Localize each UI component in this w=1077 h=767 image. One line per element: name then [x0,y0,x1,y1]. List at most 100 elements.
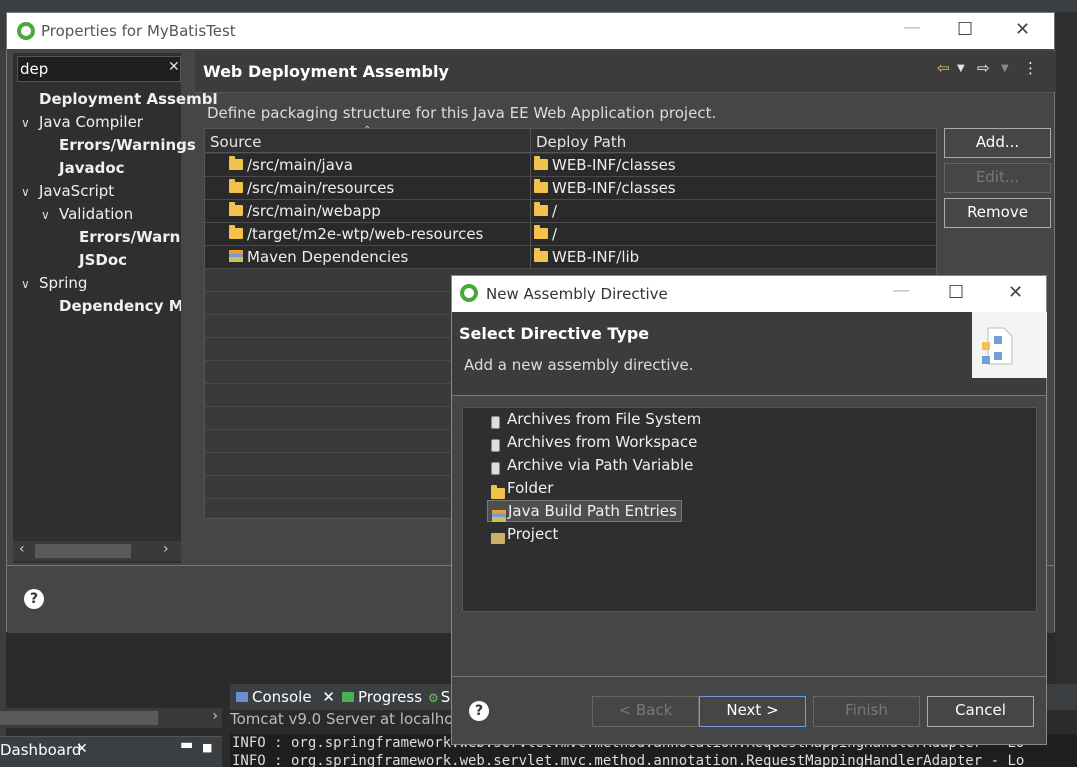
scrollbar-thumb[interactable] [0,711,158,725]
list-item[interactable]: Archives from File System [487,408,705,430]
tree-item-errors-warnings[interactable]: Errors/Warnings [59,136,196,154]
tree-item-js-errors-warnings[interactable]: Errors/Warnin [79,228,181,246]
progress-icon [342,692,354,702]
scroll-right-icon[interactable]: › [163,541,169,557]
console-icon [236,692,248,702]
divider [452,676,1046,677]
minimize-icon[interactable]: — [892,280,910,301]
list-item-label: Project [507,525,559,543]
package-explorer-scrollbar[interactable]: › [0,708,222,728]
table-row[interactable]: /src/main/webapp / [205,200,936,223]
chevron-down-icon[interactable]: ∨ [41,208,59,222]
help-icon[interactable]: ? [469,701,489,721]
column-source[interactable]: Source [210,133,262,151]
tab-servers-label: S [440,688,451,706]
directive-type-list[interactable]: Archives from File System Archives from … [462,407,1037,612]
tree-item-spring[interactable]: ∨ Spring [21,274,87,292]
sort-ascending-icon: ⌃ [363,125,372,136]
help-icon[interactable]: ? [24,589,44,609]
folder-icon [229,202,243,219]
tree-item-deployment-assembly[interactable]: Deployment Assembl [39,90,218,108]
tree-item-javadoc[interactable]: Javadoc [59,159,125,177]
folder-icon [229,225,243,242]
list-item-selected[interactable]: Java Build Path Entries [487,500,682,522]
library-icon [229,249,243,265]
column-divider[interactable] [530,129,531,153]
remove-button[interactable]: Remove [944,198,1051,228]
row-deploy-path: / [552,225,558,243]
chevron-down-icon[interactable]: ∨ [21,185,39,199]
chevron-down-icon[interactable]: ∨ [21,277,39,291]
row-source: Maven Dependencies [247,248,409,266]
edit-button[interactable]: Edit... [944,163,1051,193]
dialog-title: New Assembly Directive [486,285,668,303]
back-dropdown-icon[interactable]: ▼ [957,63,965,74]
tree-item-java-compiler[interactable]: ∨ Java Compiler [21,113,143,131]
back-button[interactable]: < Back [592,696,699,727]
list-item-label: Folder [507,479,554,497]
chevron-down-icon[interactable]: ∨ [21,116,39,130]
properties-titlebar[interactable]: Properties for MyBatisTest — ☐ ✕ [7,13,1054,49]
tree-item-label: Javadoc [59,159,125,177]
tree-item-dependency-management[interactable]: Dependency Man [59,297,181,315]
maximize-icon[interactable]: ☐ [948,282,964,303]
table-row[interactable]: Maven Dependencies WEB-INF/lib [205,246,936,269]
page-description: Define packaging structure for this Java… [207,104,717,122]
row-source: /target/m2e-wtp/web-resources [247,225,484,243]
scroll-right-icon[interactable]: › [212,708,218,724]
finish-button[interactable]: Finish [813,696,920,727]
list-item[interactable]: Archive via Path Variable [487,454,697,476]
tree-item-validation[interactable]: ∨ Validation [41,205,133,223]
row-deploy-path: / [552,202,558,220]
scrollbar-thumb[interactable] [35,544,131,558]
filter-input-value: dep [20,60,49,78]
filter-input[interactable]: dep ✕ [17,56,181,82]
row-source: /src/main/webapp [247,202,381,220]
maximize-icon[interactable]: ☐ [957,19,973,40]
list-item[interactable]: Folder [487,477,557,499]
wizard-subheading: Add a new assembly directive. [464,356,694,374]
list-item-label: Java Build Path Entries [508,502,677,520]
close-icon[interactable]: ✕ [1008,282,1023,303]
add-button[interactable]: Add... [944,128,1051,158]
tree-item-javascript[interactable]: ∨ JavaScript [21,182,114,200]
list-item[interactable]: Archives from Workspace [487,431,701,453]
table-row[interactable]: /target/m2e-wtp/web-resources / [205,223,936,246]
directive-titlebar[interactable]: New Assembly Directive — ☐ ✕ [452,276,1046,312]
page-title: Web Deployment Assembly [203,62,449,81]
tab-progress[interactable]: Progress [342,688,422,706]
scroll-left-icon[interactable]: ‹ [19,541,25,557]
close-icon[interactable]: ✕ [1015,19,1030,40]
close-icon[interactable]: ✕ [322,688,335,706]
forward-dropdown-icon[interactable]: ▼ [1001,63,1009,74]
next-button[interactable]: Next > [699,696,806,727]
close-icon[interactable]: ✕ [76,741,88,757]
folder-icon [534,225,548,242]
tab-console[interactable]: Console ✕ [236,688,335,706]
ide-background-top [0,0,1077,12]
list-item[interactable]: Project [487,523,562,545]
back-arrow-icon[interactable]: ⇦ [937,59,950,77]
clear-filter-icon[interactable]: ✕ [168,59,180,75]
column-deploy-path[interactable]: Deploy Path [536,133,626,151]
dashboard-tab[interactable]: Dashboard ✕ ▬ ■ [0,736,222,767]
project-icon [491,528,505,550]
cancel-button[interactable]: Cancel [927,696,1034,727]
new-assembly-directive-dialog: New Assembly Directive — ☐ ✕ Select Dire… [451,275,1047,745]
console-line: INFO : org.springframework.web.servlet.m… [232,753,1025,767]
tree-item-jsdoc[interactable]: JSDoc [79,251,127,269]
list-item-label: Archives from File System [507,410,702,428]
table-row[interactable]: /src/main/java WEB-INF/classes [205,154,936,177]
eclipse-logo-icon [460,284,478,302]
folder-icon [534,156,548,173]
tree-scrollbar[interactable]: ‹ › [13,541,181,561]
minimize-icon[interactable]: ▬ [180,737,193,753]
tab-servers[interactable]: ⚙ S [428,688,450,706]
table-row[interactable]: /src/main/resources WEB-INF/classes [205,177,936,200]
maximize-icon[interactable]: ■ [202,741,212,754]
tab-progress-label: Progress [358,688,423,706]
minimize-icon[interactable]: — [903,17,921,38]
forward-arrow-icon[interactable]: ⇨ [977,59,990,77]
view-menu-icon[interactable]: ⋮ [1023,59,1038,77]
tree-item-label: Errors/Warnin [79,228,181,246]
